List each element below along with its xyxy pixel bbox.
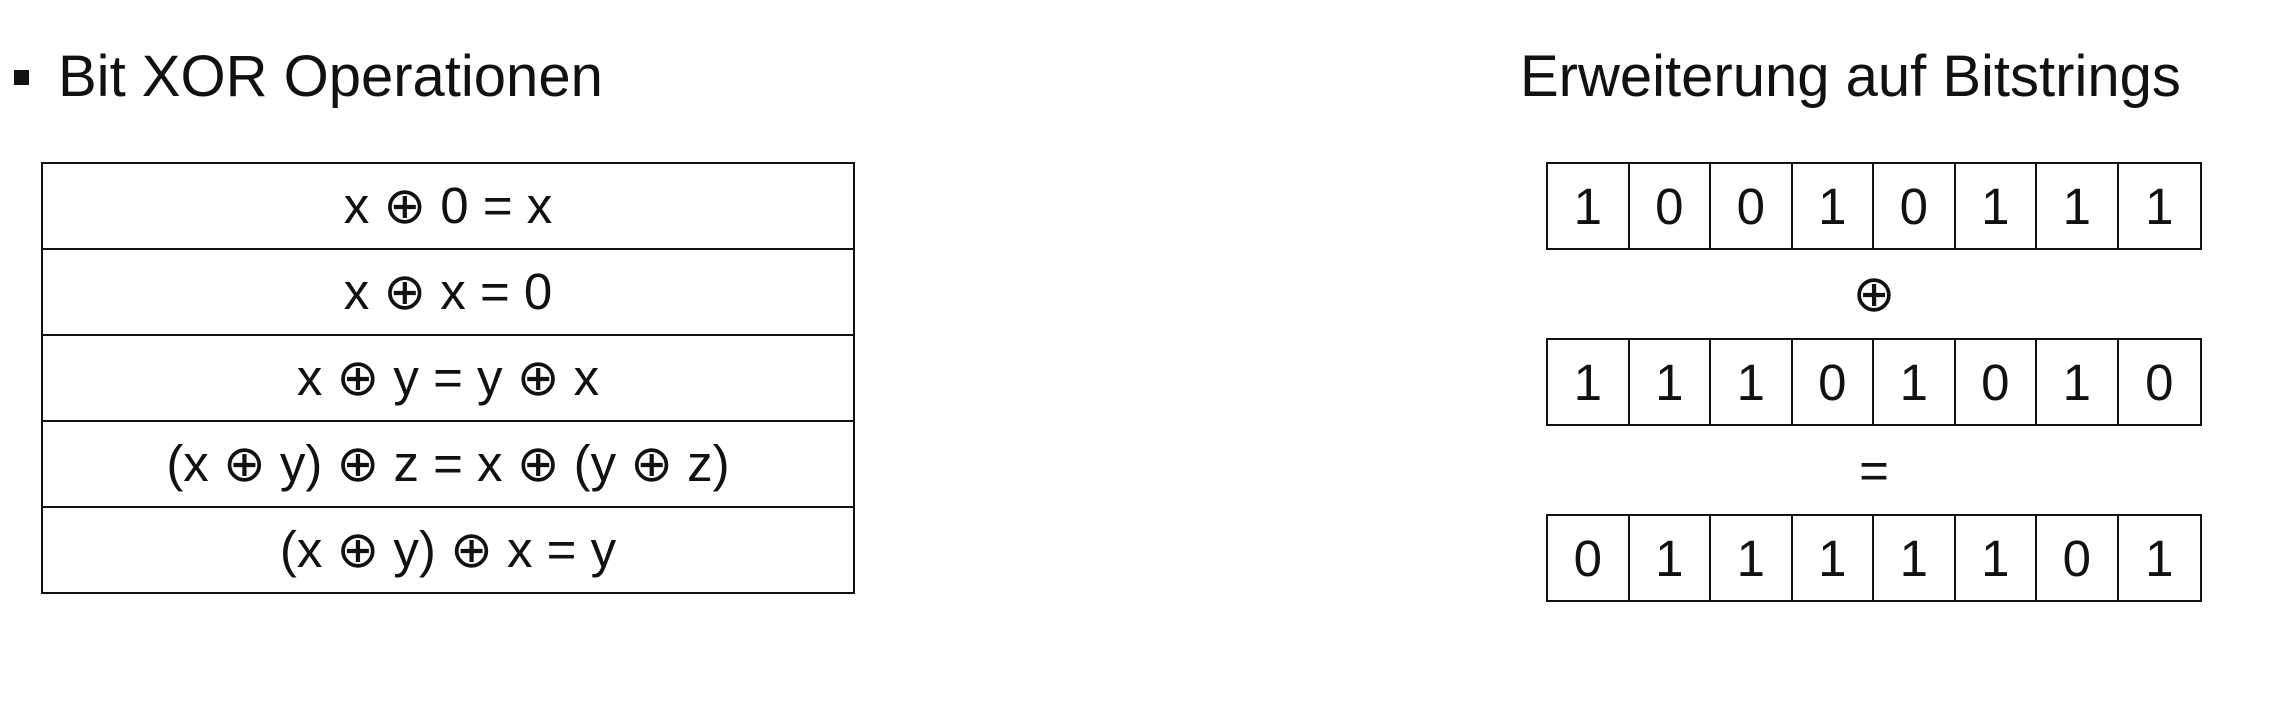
bit-cell: 0 xyxy=(1956,340,2037,424)
bit-cell: 1 xyxy=(1711,340,1793,424)
table-row: (x ⊕ y) ⊕ z = x ⊕ (y ⊕ z) xyxy=(41,420,855,508)
bit-cell: 1 xyxy=(1793,164,1874,248)
bitstring-heading: Erweiterung auf Bitstrings xyxy=(1520,44,2181,109)
bit-cell: 1 xyxy=(1548,340,1630,424)
bit-cell: 1 xyxy=(1548,164,1630,248)
bit-cell: 0 xyxy=(2037,516,2119,600)
table-row: (x ⊕ y) ⊕ x = y xyxy=(41,506,855,594)
xor-rule-identity: x ⊕ 0 = x xyxy=(41,162,855,250)
bit-xor-heading-text: Bit XOR Operationen xyxy=(58,44,603,109)
xor-rules-table: x ⊕ 0 = x x ⊕ x = 0 x ⊕ y = y ⊕ x (x ⊕ y… xyxy=(41,162,855,594)
table-row: x ⊕ x = 0 xyxy=(41,248,855,336)
bit-cell: 0 xyxy=(1793,340,1874,424)
xor-rule-self-inverse: x ⊕ x = 0 xyxy=(41,248,855,336)
xor-rule-cancellation: (x ⊕ y) ⊕ x = y xyxy=(41,506,855,594)
bit-cell: 0 xyxy=(1630,164,1711,248)
xor-operator-symbol: ⊕ xyxy=(1852,265,1896,322)
table-row: x ⊕ y = y ⊕ x xyxy=(41,334,855,422)
bit-cell: 1 xyxy=(1630,516,1711,600)
bit-cell: 1 xyxy=(2145,529,2174,587)
bit-xor-heading: Bit XOR Operationen xyxy=(14,42,603,112)
bit-cell: 1 xyxy=(1711,516,1793,600)
bitstring-operand-a: 1 0 0 1 0 1 1 1 xyxy=(1546,162,2202,250)
bit-cell: 1 xyxy=(1874,340,1956,424)
bit-cell: 1 xyxy=(2037,340,2119,424)
bit-cell: 0 xyxy=(2145,353,2174,411)
bit-cell: 0 xyxy=(1874,164,1956,248)
bit-cell: 0 xyxy=(1711,164,1793,248)
equals-symbol: = xyxy=(1859,441,1889,499)
bit-cell: 1 xyxy=(1874,516,1956,600)
bitstring-result: 0 1 1 1 1 1 0 1 xyxy=(1546,514,2202,602)
xor-rule-associative: (x ⊕ y) ⊕ z = x ⊕ (y ⊕ z) xyxy=(41,420,855,508)
bit-cell: 1 xyxy=(2145,177,2174,235)
bit-cell: 0 xyxy=(1548,516,1630,600)
bit-cell: 1 xyxy=(1956,164,2037,248)
bit-cell: 1 xyxy=(2037,164,2119,248)
bullet-icon xyxy=(14,69,29,85)
xor-rule-commutative: x ⊕ y = y ⊕ x xyxy=(41,334,855,422)
table-row: x ⊕ 0 = x xyxy=(41,162,855,250)
bitstring-operand-b: 1 1 1 0 1 0 1 0 xyxy=(1546,338,2202,426)
bit-cell: 1 xyxy=(1793,516,1874,600)
bit-cell: 1 xyxy=(1630,340,1711,424)
bit-cell: 1 xyxy=(1956,516,2037,600)
